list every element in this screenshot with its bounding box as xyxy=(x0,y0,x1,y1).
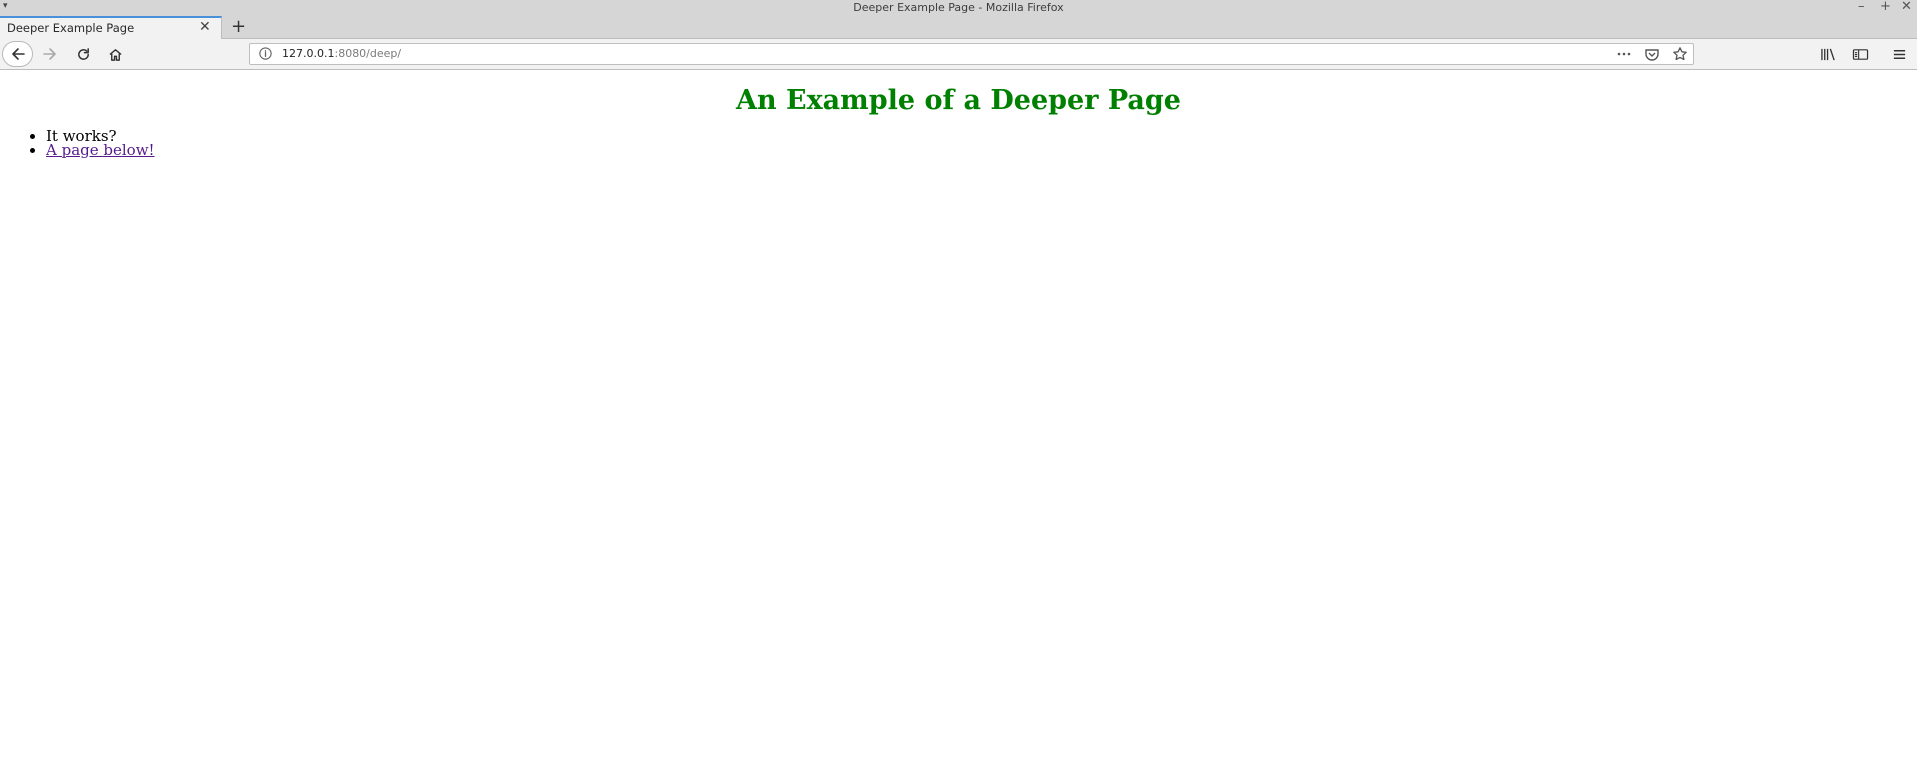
forward-button[interactable] xyxy=(40,39,60,69)
tab-title: Deeper Example Page xyxy=(7,21,135,35)
reload-icon xyxy=(77,47,89,60)
url-host: 127.0.0.1 xyxy=(282,47,335,60)
tab-strip: Deeper Example Page ✕ + xyxy=(0,16,1917,39)
star-icon[interactable] xyxy=(1672,46,1688,66)
maximize-icon[interactable]: + xyxy=(1880,0,1891,14)
tab-close-icon[interactable]: ✕ xyxy=(199,19,211,35)
library-icon xyxy=(1820,48,1835,60)
tab-deeper-example-page[interactable]: Deeper Example Page ✕ xyxy=(0,16,222,39)
url-bar[interactable]: 127.0.0.1:8080/deep/ xyxy=(249,43,1694,65)
info-icon[interactable] xyxy=(258,46,273,65)
window-title: Deeper Example Page - Mozilla Firefox xyxy=(853,1,1064,14)
window-titlebar: ▾ Deeper Example Page - Mozilla Firefox … xyxy=(0,0,1917,16)
list-item: A page below! xyxy=(46,141,155,159)
more-icon[interactable] xyxy=(1616,46,1632,66)
minimize-icon[interactable]: – xyxy=(1858,0,1865,14)
arrow-right-icon xyxy=(43,48,56,60)
hamburger-menu-icon xyxy=(1893,49,1905,59)
home-button[interactable] xyxy=(106,39,124,69)
page-heading: An Example of a Deeper Page xyxy=(736,85,1181,116)
navigation-bar: 127.0.0.1:8080/deep/ xyxy=(0,39,1917,70)
reload-button[interactable] xyxy=(74,39,92,69)
open-menu-button[interactable] xyxy=(1889,39,1909,69)
page-below-link[interactable]: A page below! xyxy=(46,141,155,159)
new-tab-icon[interactable]: + xyxy=(231,16,246,38)
url-path: :8080/deep/ xyxy=(334,47,402,60)
close-window-icon[interactable]: ✕ xyxy=(1901,0,1912,14)
sidebar-icon xyxy=(1852,48,1868,60)
home-icon xyxy=(108,48,122,61)
library-button[interactable] xyxy=(1818,39,1838,69)
page-list: It works? A page below! xyxy=(46,129,155,159)
page-content: An Example of a Deeper Page It works? A … xyxy=(0,71,1917,777)
pocket-icon[interactable] xyxy=(1644,46,1660,66)
arrow-left-icon xyxy=(11,48,25,60)
back-button[interactable] xyxy=(2,41,33,67)
sidebar-button[interactable] xyxy=(1850,39,1870,69)
url-text[interactable]: 127.0.0.1:8080/deep/ xyxy=(282,47,401,60)
